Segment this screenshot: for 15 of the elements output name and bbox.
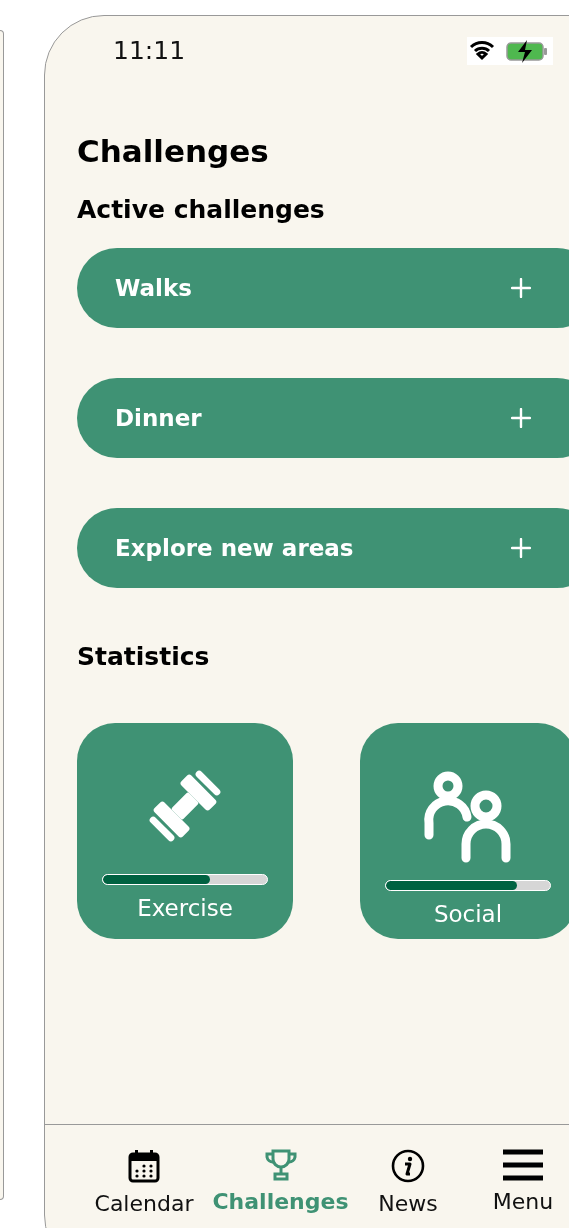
section-heading: Active challenges: [77, 195, 325, 224]
statistic-label: Exercise: [137, 895, 233, 921]
statistic-label: Social: [433, 901, 503, 927]
nav-tab[interactable]: Menu: [468, 1149, 569, 1228]
challenge-button[interactable]: Dinner: [77, 378, 569, 458]
section-heading: Statistics: [77, 642, 210, 671]
nav-tab[interactable]: Calendar: [75, 1149, 213, 1228]
nav-tab[interactable]: News: [348, 1149, 468, 1228]
challenge-button[interactable]: Walks: [77, 248, 569, 328]
statistic-card[interactable]: Social: [360, 723, 569, 939]
status-time: 11:11: [113, 36, 186, 65]
statistic-card[interactable]: Exercise: [77, 723, 293, 939]
page-title: Challenges: [77, 133, 269, 169]
nav-tab[interactable]: Challenges: [213, 1149, 348, 1228]
challenge-button[interactable]: Explore new areas: [77, 508, 569, 588]
